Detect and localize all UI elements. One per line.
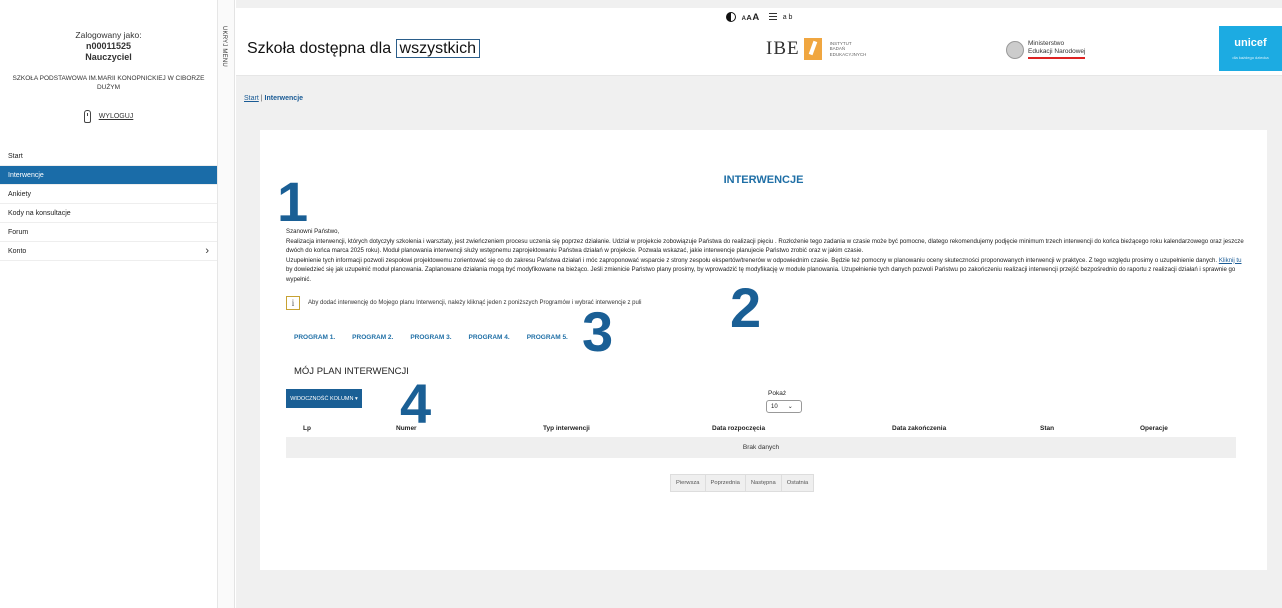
unicef-logo: unicef dla każdego dziecka <box>1219 26 1282 71</box>
table-empty-row: Brak danych <box>286 437 1236 458</box>
site-title-highlight: wszystkich <box>395 39 480 58</box>
pager-next-button[interactable]: Następna <box>746 475 782 491</box>
sidebar-item-ankiety[interactable]: Ankiety <box>0 185 217 204</box>
pager-first-button[interactable]: Pierwsza <box>671 475 706 491</box>
user-login: n00011525 <box>85 41 132 51</box>
help-link[interactable]: Kliknij tu <box>1219 257 1242 264</box>
user-role: Nauczyciel <box>85 52 132 62</box>
info-icon: i <box>286 296 300 310</box>
page-size-label: Pokaż <box>768 390 787 397</box>
collapse-menu-strip[interactable]: UKRYJ MENU <box>218 0 235 608</box>
ibe-logo-text: IBE <box>766 38 800 59</box>
info-text: Aby dodać interwencję do Mojego planu In… <box>308 300 642 306</box>
sidebar-item-interwencje[interactable]: Interwencje <box>0 166 217 185</box>
chevron-right-icon: › <box>205 245 209 257</box>
sidebar-item-start[interactable]: Start <box>0 147 217 166</box>
program-3-link[interactable]: PROGRAM 3. <box>410 334 451 341</box>
pager-last-button[interactable]: Ostatnia <box>782 475 814 491</box>
sidebar-item-forum[interactable]: Forum <box>0 223 217 242</box>
collapse-menu-label[interactable]: UKRYJ MENU <box>221 26 227 67</box>
site-title-prefix: Szkoła dostępna dla <box>247 40 396 57</box>
breadcrumb: Start | Interwencje <box>244 95 303 102</box>
pager-prev-button[interactable]: Poprzednia <box>706 475 746 491</box>
sidebar: Zalogowany jako: n00011525 Nauczyciel SZ… <box>0 0 218 608</box>
eagle-emblem-icon <box>1006 40 1024 59</box>
page-title: INTERWENCJE <box>723 174 804 186</box>
program-5-link[interactable]: PROGRAM 5. <box>527 334 568 341</box>
contrast-icon[interactable] <box>725 12 736 22</box>
intro-text: Szanowni Państwo, Realizacja interwencji… <box>286 227 1246 284</box>
annotation-marker-3: 3 <box>582 300 614 363</box>
chevron-down-icon: ⌄ <box>787 404 793 410</box>
sidebar-item-konto[interactable]: Konto › <box>0 242 217 261</box>
site-title: Szkoła dostępna dla wszystkich <box>247 39 480 58</box>
pagination: Pierwsza Poprzednia Następna Ostatnia <box>670 474 815 492</box>
men-logo-text: Ministerstwo Edukacji Narodowej <box>1028 40 1086 59</box>
school-name: SZKOŁA PODSTAWOWA IM.MARII KONOPNICKIEJ … <box>12 75 205 91</box>
sidebar-nav: Start Interwencje Ankiety Kody na konsul… <box>0 147 217 261</box>
site-header: Szkoła dostępna dla wszystkich IBE INSTY… <box>236 26 1282 76</box>
table-header: Lp Numer Typ interwencji Data rozpoczęci… <box>286 422 1236 436</box>
greeting: Szanowni Państwo, <box>286 228 340 235</box>
font-size-large[interactable]: A <box>752 12 759 23</box>
column-header-operacje[interactable]: Operacje <box>1140 425 1168 432</box>
column-header-stan[interactable]: Stan <box>1040 425 1054 432</box>
breadcrumb-current: Interwencje <box>264 95 304 102</box>
sidebar-item-kody[interactable]: Kody na konsultacje <box>0 204 217 223</box>
accessibility-bar: AAA a b <box>236 8 1282 26</box>
plan-title: MÓJ PLAN INTERWENCJI <box>294 366 409 377</box>
column-header-data-zakonczenia[interactable]: Data zakończenia <box>892 425 946 432</box>
font-size-control[interactable]: AAA <box>742 12 760 23</box>
column-header-lp[interactable]: Lp <box>303 425 311 432</box>
column-header-numer[interactable]: Numer <box>396 425 417 432</box>
program-1-link[interactable]: PROGRAM 1. <box>294 334 335 341</box>
column-visibility-button[interactable]: WIDOCZNOŚĆ KOLUMN ▾ <box>286 389 362 408</box>
letter-spacing-icon[interactable]: a b <box>783 14 793 21</box>
ibe-logo: IBE INSTYTUT BADAŃ EDUKACYJNYCH <box>766 38 866 60</box>
user-info: Zalogowany jako: n00011525 Nauczyciel <box>0 0 217 63</box>
page-size-select[interactable]: 10 ⌄ <box>766 400 802 413</box>
logout-link[interactable]: WYLOGUJ <box>99 113 134 120</box>
breadcrumb-start-link[interactable]: Start <box>244 95 259 102</box>
program-links: PROGRAM 1. PROGRAM 2. PROGRAM 3. PROGRAM… <box>294 334 568 341</box>
program-4-link[interactable]: PROGRAM 4. <box>469 334 510 341</box>
logged-as-label: Zalogowany jako: <box>75 30 142 40</box>
sidebar-item-konto-label: Konto <box>8 247 27 255</box>
logout-row[interactable]: WYLOGUJ <box>0 110 217 123</box>
men-logo: Ministerstwo Edukacji Narodowej <box>1006 40 1086 59</box>
unicef-tagline: dla każdego dziecka <box>1232 55 1269 60</box>
program-2-link[interactable]: PROGRAM 2. <box>352 334 393 341</box>
ibe-logo-mark <box>803 38 822 60</box>
intro-paragraph-1: Realizacja interwencji, których dotyczył… <box>286 237 1244 255</box>
annotation-marker-2: 2 <box>730 276 762 339</box>
annotation-marker-1: 1 <box>277 170 309 233</box>
column-header-data-rozpoczecia[interactable]: Data rozpoczęcia <box>712 425 765 432</box>
line-spacing-icon[interactable] <box>766 12 777 22</box>
content-card: INTERWENCJE 1 2 3 4 Szanowni Państwo, Re… <box>260 130 1267 570</box>
main-area: AAA a b Szkoła dostępna dla wszystkich I… <box>236 0 1282 608</box>
intro-paragraph-2: Uzupełnienie tych informacji pozwoli zes… <box>286 256 1242 283</box>
unicef-logo-text: unicef <box>1234 37 1267 49</box>
column-header-typ[interactable]: Typ interwencji <box>543 425 590 432</box>
info-notice: i Aby dodać interwencję do Mojego planu … <box>286 296 642 310</box>
ibe-logo-subtitle: INSTYTUT BADAŃ EDUKACYJNYCH <box>829 40 867 57</box>
logout-icon <box>83 110 91 123</box>
page-size-value: 10 <box>771 403 778 410</box>
